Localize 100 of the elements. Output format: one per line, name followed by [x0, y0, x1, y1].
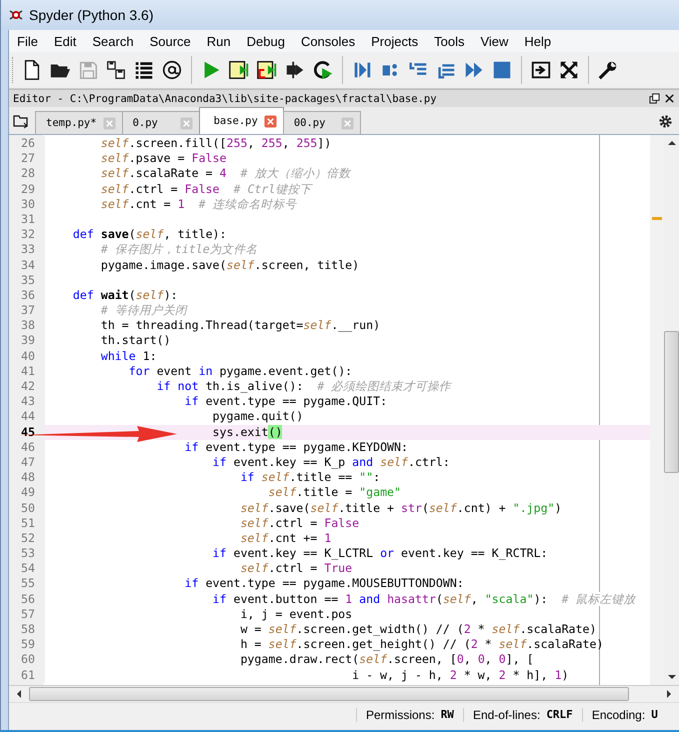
code-self: self	[261, 470, 290, 484]
code-text: event.type == pygame.MOUSEBUTTONDOWN:	[206, 576, 464, 590]
code-number: 0	[456, 652, 464, 666]
menu-item[interactable]: Search	[84, 34, 142, 48]
code-self: self	[359, 652, 388, 666]
menu-item[interactable]: Run	[198, 34, 239, 48]
code-text: )	[554, 500, 562, 514]
menu-item[interactable]: Projects	[363, 34, 426, 48]
editor-tab[interactable]: temp.py*	[35, 111, 123, 134]
code-self: self	[240, 530, 268, 545]
code-text: .save(	[268, 500, 310, 514]
menu-item[interactable]: Debug	[238, 34, 293, 48]
code-text: )	[562, 668, 569, 682]
code-text: (	[422, 500, 429, 514]
code-text: pygame.quit()	[212, 409, 304, 424]
code-text: .psave =	[128, 151, 186, 166]
run-cell-advance-icon[interactable]	[256, 59, 278, 81]
code-number: 2	[470, 637, 478, 652]
code-text: th.start()	[100, 333, 171, 348]
code-keyword: if	[156, 379, 171, 393]
code-text: .ctrl =	[268, 561, 318, 576]
editor-tab[interactable]: 00.py	[282, 111, 361, 134]
vertical-scrollbar[interactable]	[664, 135, 679, 685]
save-all-icon[interactable]	[105, 59, 127, 81]
editor-tab[interactable]: base.py	[198, 107, 284, 134]
code-keyword: while	[100, 348, 136, 363]
status-value: CRLF	[546, 708, 573, 722]
code-text: .scalaRate)	[526, 637, 604, 652]
run-selection-icon[interactable]	[284, 59, 306, 81]
code-text: .screen.get_height() // (	[296, 637, 471, 652]
code-keyword: def	[72, 227, 94, 242]
code-number: 1	[324, 530, 332, 545]
code-comment: # 连续命名时标号	[198, 196, 297, 211]
code-number: False	[324, 516, 360, 530]
code-comment: # 保存图片，title为文件名	[100, 242, 258, 256]
status-value: U	[651, 708, 658, 722]
scroll-down-icon[interactable]	[668, 674, 676, 680]
code-keyword: and	[352, 454, 374, 469]
code-text: i - w, j - h,	[352, 668, 444, 682]
code-keyword: for	[128, 364, 150, 378]
status-label: Encoding:	[592, 708, 646, 722]
wrench-icon[interactable]	[597, 59, 619, 81]
code-text: ], [	[506, 652, 534, 666]
code-number: 255	[226, 136, 248, 150]
scroll-thumb[interactable]	[664, 331, 679, 473]
menu-item[interactable]: View	[472, 34, 516, 48]
run-cell-icon[interactable]	[228, 59, 250, 81]
code-text: i, j = event.pos	[240, 606, 352, 621]
status-value: RW	[440, 708, 454, 722]
code-text: event.type == pygame.KEYDOWN:	[206, 440, 408, 454]
code-self: self	[240, 516, 268, 530]
maximize-pane-icon[interactable]	[530, 59, 552, 81]
code-text: .title ==	[289, 470, 354, 484]
folder-icon[interactable]	[13, 113, 29, 129]
stop-icon[interactable]	[491, 59, 513, 81]
scroll-right-icon[interactable]	[666, 690, 672, 698]
horizontal-scrollbar[interactable]	[9, 685, 679, 702]
code-text: .cnt =	[128, 196, 172, 211]
code-comment: # 放大（缩小）倍数	[240, 166, 350, 180]
code-text: event.type == pygame.QUIT:	[206, 394, 388, 408]
code-text: .title +	[338, 500, 396, 514]
menu-item[interactable]: Consoles	[292, 34, 364, 48]
code-keyword: if	[184, 394, 199, 408]
undock-icon[interactable]	[649, 93, 660, 104]
editor-tab[interactable]: 0.py	[122, 111, 200, 134]
menu-item[interactable]: Edit	[46, 34, 84, 48]
code-text: ])	[317, 136, 332, 150]
code-string: "scala"	[484, 592, 534, 606]
code-text: .__run)	[331, 318, 380, 332]
code-comment: # 鼠标左键放	[562, 592, 636, 606]
menu-item[interactable]: Tools	[426, 34, 472, 48]
code-text: .ctrl =	[268, 516, 318, 530]
scroll-up-icon[interactable]	[668, 140, 676, 146]
code-text: w =	[240, 622, 262, 636]
code-text: pygame.image.save(	[100, 258, 226, 272]
list-icon[interactable]	[133, 59, 155, 81]
code-text: :	[373, 470, 380, 484]
code-text: .cnt) +	[456, 500, 507, 514]
code-self: self	[136, 288, 164, 302]
code-text: .ctrl =	[128, 182, 179, 196]
menu-item[interactable]: Help	[516, 34, 560, 48]
code-number: 0	[498, 652, 506, 666]
at-sign-icon[interactable]	[161, 59, 183, 81]
code-comment: # Ctrl键按下	[233, 182, 312, 196]
status-label: Permissions:	[366, 708, 435, 722]
code-self: self	[100, 182, 129, 196]
rerun-icon[interactable]	[312, 59, 334, 81]
settings-icon[interactable]	[658, 114, 673, 129]
menu-item[interactable]: File	[9, 34, 46, 48]
code-keyword: not	[178, 379, 199, 393]
code-text: ,	[247, 136, 256, 150]
code-text: th.is_alive():	[206, 379, 304, 393]
close-icon[interactable]	[664, 93, 675, 104]
menu-item[interactable]: Source	[142, 34, 199, 48]
scroll-thumb[interactable]	[29, 687, 629, 701]
fullscreen-icon[interactable]	[558, 59, 580, 81]
editor-title: Editor - C:\ProgramData\Anaconda3\lib\site-packages\fractal\base.py	[13, 92, 438, 104]
code-self: self	[226, 258, 254, 272]
code-self: self	[136, 227, 164, 242]
scroll-left-icon[interactable]	[16, 690, 22, 698]
